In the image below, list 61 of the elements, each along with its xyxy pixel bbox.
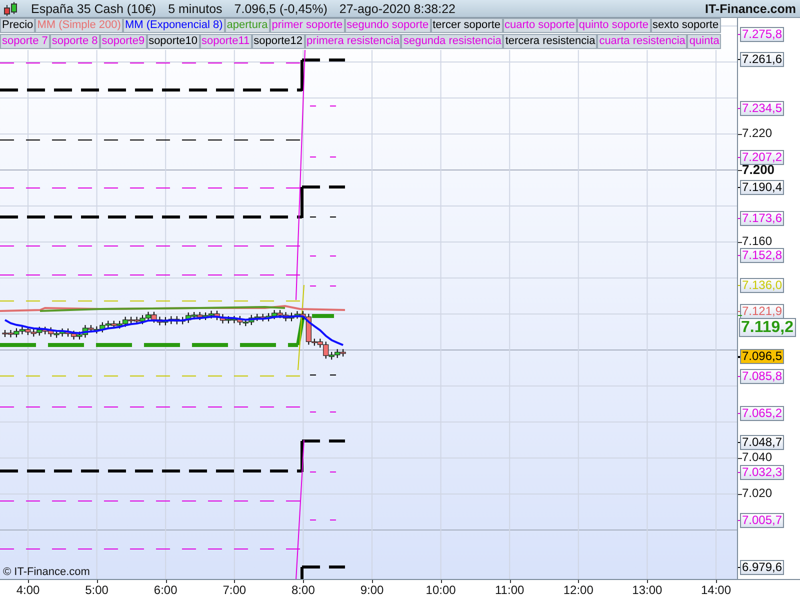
legend-item[interactable]: apertura	[224, 18, 270, 33]
legend-item[interactable]: soporte 7	[0, 34, 50, 49]
time-tick: 12:00	[563, 583, 594, 597]
brand-label: IT-Finance.com	[705, 2, 796, 16]
legend-item[interactable]: soporte9	[100, 34, 147, 49]
candlestick-icon	[3, 0, 19, 16]
timeframe-label: 5 minutos	[168, 2, 222, 16]
time-tick: 11:00	[495, 583, 524, 597]
quote-label: 7.096,5 (-0,45%)	[234, 2, 328, 16]
instrument-title: España 35 Cash (10€)	[31, 2, 156, 16]
price-tag: 7.234,5	[740, 100, 784, 116]
price-tag: 7.005,7	[740, 512, 784, 528]
legend-item[interactable]: primer soporte	[270, 18, 345, 33]
price-tag: 7.190,4	[740, 180, 784, 196]
price-tag: 7.096,5	[740, 349, 784, 364]
legend-item[interactable]: soporte11	[200, 34, 252, 49]
legend-item[interactable]: quinto soporte	[576, 18, 651, 33]
price-tick: 7.200	[742, 163, 775, 176]
price-tag: 7.207,2	[740, 150, 784, 166]
legend-item[interactable]: soporte 8	[50, 34, 100, 49]
time-tick: 9:00	[360, 583, 384, 597]
time-tick: 5:00	[85, 583, 108, 597]
price-tick: 7.160	[742, 235, 772, 248]
price-tag: 7.173,6	[740, 210, 784, 226]
legend-item[interactable]: Precio	[0, 18, 36, 33]
time-tick: 4:00	[16, 583, 40, 597]
legend-item[interactable]: segunda resistencia	[401, 34, 504, 49]
price-tag: 7.275,8	[740, 26, 784, 42]
price-tag: 7.048,7	[740, 435, 784, 450]
price-tag: 6.979,6	[740, 560, 784, 575]
legend-item[interactable]: MM (Simple 200)	[35, 18, 123, 33]
price-tick: 7.040	[742, 451, 772, 464]
copyright-label: © IT-Finance.com	[3, 566, 90, 578]
time-tick: 8:00	[292, 583, 315, 597]
legend-item[interactable]: cuarta resistencia	[597, 34, 688, 49]
legend-item[interactable]: soporte12	[252, 34, 305, 49]
legend-item[interactable]: quinta	[687, 34, 722, 49]
price-tag: 7.152,8	[740, 248, 784, 263]
legend-item[interactable]: cuarto soporte	[502, 18, 577, 33]
time-tick: 6:00	[154, 583, 178, 597]
legend-item[interactable]: sexto soporte	[650, 18, 721, 33]
legend-item[interactable]: soporte10	[146, 34, 200, 49]
price-tick: 7.020	[742, 487, 772, 500]
time-tick: 10:00	[426, 583, 456, 597]
price-tag: 7.261,6	[740, 52, 784, 68]
time-tick: 7:00	[222, 583, 246, 597]
price-tag: 7.085,8	[740, 368, 784, 384]
price-tick: 7.220	[742, 127, 772, 140]
price-tag: 7.065,2	[740, 406, 784, 421]
price-tag: 7.121,9	[740, 304, 784, 319]
price-tag: 7.119,2	[739, 318, 796, 338]
datetime-label: 27-ago-2020 8:38:22	[339, 2, 456, 16]
legend-item[interactable]: MM (Exponencial 8)	[122, 18, 225, 33]
legend-item[interactable]: segundo soporte	[344, 18, 431, 33]
price-tag: 7.032,3	[740, 464, 784, 480]
time-tick: 14:00	[700, 583, 732, 597]
legend-item[interactable]: tercer soporte	[430, 18, 502, 33]
legend-item[interactable]: primera resistencia	[304, 34, 402, 49]
time-tick: 13:00	[632, 583, 662, 597]
legend-item[interactable]: tercera resistencia	[503, 34, 598, 49]
price-tag: 7.136,0	[740, 278, 784, 294]
